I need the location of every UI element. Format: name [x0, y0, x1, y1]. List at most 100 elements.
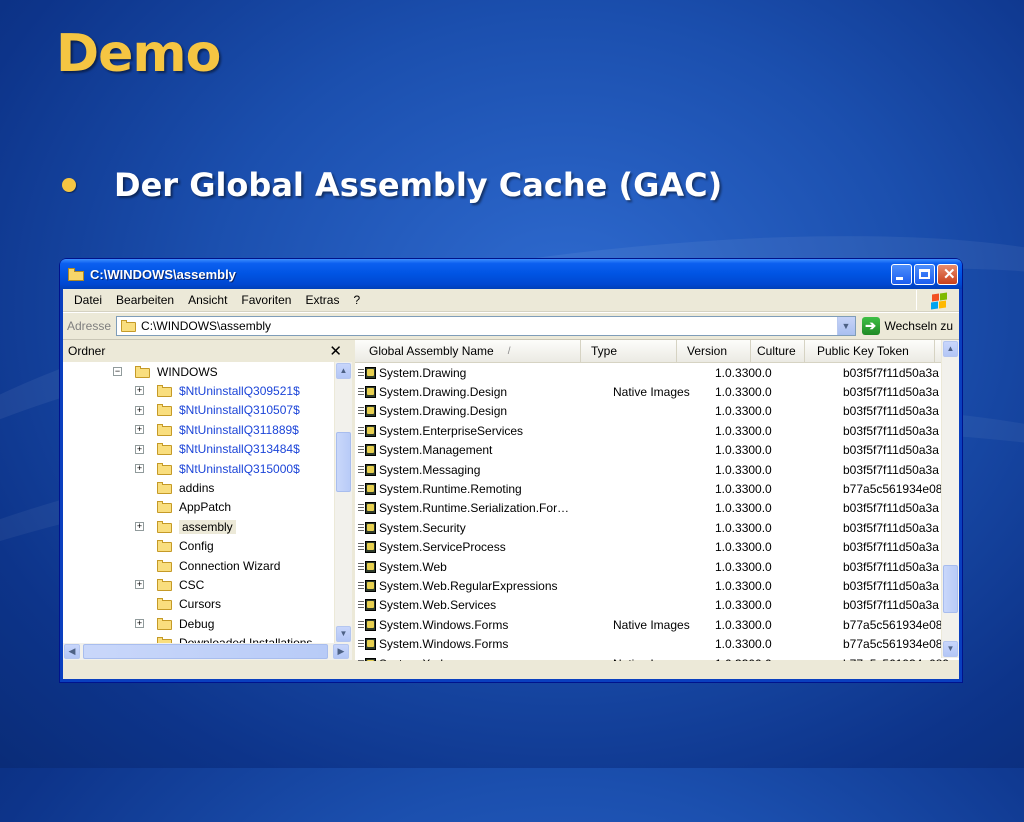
- scroll-right-button[interactable]: ▶: [333, 644, 349, 659]
- list-item[interactable]: System.Web 1.0.3300.0 b03f5f7f11d50a3a: [355, 557, 959, 576]
- list-item[interactable]: System.XmlNative Images1.0.3300.0b77a5c5…: [355, 654, 959, 661]
- tree-item[interactable]: addins: [135, 478, 214, 497]
- assembly-version: 1.0.3300.0: [715, 540, 772, 555]
- scroll-up-button[interactable]: ▲: [943, 341, 958, 357]
- go-arrow-icon: ➔: [861, 317, 880, 335]
- menu-extras[interactable]: Extras: [298, 293, 346, 307]
- list-item[interactable]: System.Drawing.Design 1.0.3300.0 b03f5f7f1…: [355, 402, 959, 421]
- menu-favoriten[interactable]: Favoriten: [234, 293, 298, 307]
- assembly-version: 1.0.3300.0: [715, 443, 772, 458]
- go-button[interactable]: ➔ Wechseln zu: [856, 317, 959, 335]
- list-item[interactable]: System.Security 1.0.3300.0 b03f5f7f11d50a3…: [355, 518, 959, 537]
- tree-item-label: $NtUninstallQ313484$: [179, 442, 300, 457]
- assembly-name: System.Web: [379, 559, 447, 574]
- close-button[interactable]: ✕: [937, 263, 958, 285]
- scroll-thumb[interactable]: [336, 432, 351, 492]
- expand-icon[interactable]: +: [135, 386, 144, 396]
- assembly-name: System.Runtime.Remoting: [379, 481, 522, 496]
- list-vertical-scrollbar[interactable]: ▲ ▼: [941, 340, 959, 658]
- title-bar[interactable]: C:\WINDOWS\assembly ✕: [60, 259, 962, 289]
- assembly-version: 1.0.3300.0: [715, 423, 772, 438]
- close-icon: ✕: [943, 265, 956, 283]
- list-item[interactable]: System.Runtime.Remoting 1.0.3300.0 b77a5c5…: [355, 479, 959, 498]
- scroll-up-button[interactable]: ▲: [336, 363, 351, 379]
- folder-pane-title: Ordner: [68, 344, 106, 358]
- menu-help[interactable]: ?: [346, 293, 367, 307]
- address-input[interactable]: C:\WINDOWS\assembly ▼: [116, 316, 856, 336]
- expand-icon[interactable]: +: [135, 405, 144, 415]
- list-item[interactable]: System.Management 1.0.3300.0 b03f5f7f11d50…: [355, 441, 959, 460]
- scroll-thumb[interactable]: [943, 565, 958, 613]
- assembly-version: 1.0.3300.0: [715, 559, 772, 574]
- tree-item[interactable]: + Debug: [135, 614, 214, 633]
- tree-item[interactable]: + $NtUninstallQ310507$: [135, 401, 300, 420]
- menu-bearbeiten[interactable]: Bearbeiten: [109, 293, 181, 307]
- folder-vertical-scrollbar[interactable]: ▲ ▼: [334, 362, 352, 643]
- tree-item[interactable]: + $NtUninstallQ315000$: [135, 459, 300, 478]
- bullet-point: Der Global Assembly Cache (GAC): [62, 166, 722, 204]
- assembly-icon: [358, 366, 377, 380]
- folder-icon: [157, 617, 172, 630]
- list-item[interactable]: System.Drawing.Design Native Images 1.0.33…: [355, 382, 959, 401]
- tree-item[interactable]: Config: [135, 537, 214, 556]
- expand-icon[interactable]: +: [135, 619, 144, 629]
- tree-item[interactable]: + CSC: [135, 575, 204, 594]
- expand-icon[interactable]: +: [135, 464, 144, 473]
- collapse-icon[interactable]: −: [113, 367, 122, 376]
- assembly-version: 1.0.3300.0: [715, 404, 772, 419]
- list-item[interactable]: System.Runtime.Serialization.For… 1.0.330…: [355, 499, 959, 518]
- folder-horizontal-scrollbar[interactable]: ◀ ▶: [63, 643, 352, 660]
- assembly-version: 1.0.3300.0: [715, 637, 772, 652]
- folder-icon: [157, 578, 172, 591]
- expand-icon[interactable]: +: [135, 444, 144, 454]
- maximize-button[interactable]: [914, 263, 935, 285]
- list-item[interactable]: System.Windows.Forms Native Images 1.0.330…: [355, 615, 959, 634]
- tree-item[interactable]: Cursors: [135, 595, 221, 614]
- expand-icon[interactable]: +: [135, 425, 144, 435]
- scroll-left-button[interactable]: ◀: [64, 644, 80, 659]
- scroll-down-button[interactable]: ▼: [336, 626, 351, 642]
- list-item[interactable]: System.EnterpriseServices 1.0.3300.0 b03f5…: [355, 421, 959, 440]
- tree-item[interactable]: − WINDOWS: [113, 362, 218, 381]
- assembly-name: System.Management: [379, 443, 493, 458]
- assembly-name: System.Messaging: [379, 462, 481, 477]
- scroll-down-button[interactable]: ▼: [943, 641, 958, 657]
- tree-item[interactable]: + $NtUninstallQ313484$: [135, 440, 300, 459]
- close-icon[interactable]: ✕: [329, 342, 342, 360]
- folder-icon: [157, 598, 172, 611]
- assembly-version: 1.0.3300.0: [715, 365, 772, 380]
- horizontal-scroll-thumb[interactable]: [83, 644, 328, 659]
- expand-icon[interactable]: +: [135, 580, 144, 590]
- column-global-assembly-name[interactable]: Global Assembly Name /: [355, 340, 581, 362]
- column-type[interactable]: Type: [581, 340, 677, 362]
- address-value: C:\WINDOWS\assembly: [141, 319, 272, 333]
- list-item[interactable]: System.Web.Services 1.0.3300.0 b03f5f7f11d…: [355, 596, 959, 615]
- maximize-icon: [919, 268, 930, 279]
- minimize-button[interactable]: [891, 263, 912, 285]
- folder-icon: [157, 384, 172, 397]
- assembly-version: 1.0.3300.0: [715, 501, 772, 516]
- tree-item[interactable]: + $NtUninstallQ309521$: [135, 381, 300, 400]
- list-item[interactable]: System.Windows.Forms 1.0.3300.0 b77a5c5619…: [355, 635, 959, 654]
- list-item[interactable]: System.Messaging 1.0.3300.0 b03f5f7f11d50a…: [355, 460, 959, 479]
- column-version[interactable]: Version: [677, 340, 751, 362]
- tree-item[interactable]: + $NtUninstallQ311889$: [135, 420, 299, 439]
- tree-item-label: Cursors: [179, 597, 222, 612]
- list-item[interactable]: System.Web.RegularExpressions 1.0.3300.0 b…: [355, 576, 959, 595]
- address-dropdown-button[interactable]: ▼: [836, 317, 855, 335]
- menu-datei[interactable]: Datei: [67, 293, 109, 307]
- list-item[interactable]: System.Drawing 1.0.3300.0 b03f5f7f11d50a3a: [355, 363, 959, 382]
- assembly-icon: [358, 404, 377, 418]
- assembly-version: 1.0.3300.0: [715, 578, 772, 593]
- expand-icon[interactable]: +: [135, 522, 144, 532]
- tree-item[interactable]: + assembly: [135, 517, 236, 536]
- tree-item-label: Config: [179, 539, 214, 554]
- column-culture[interactable]: Culture: [751, 340, 805, 362]
- tree-item[interactable]: AppPatch: [135, 498, 231, 517]
- menu-ansicht[interactable]: Ansicht: [181, 293, 234, 307]
- assembly-icon: [358, 501, 377, 515]
- tree-item[interactable]: Connection Wizard: [135, 556, 280, 575]
- list-item[interactable]: System.ServiceProcess 1.0.3300.0 b03f5f7f1…: [355, 538, 959, 557]
- tree-item-label: AppPatch: [179, 500, 232, 515]
- column-public-key-token[interactable]: Public Key Token: [805, 340, 935, 362]
